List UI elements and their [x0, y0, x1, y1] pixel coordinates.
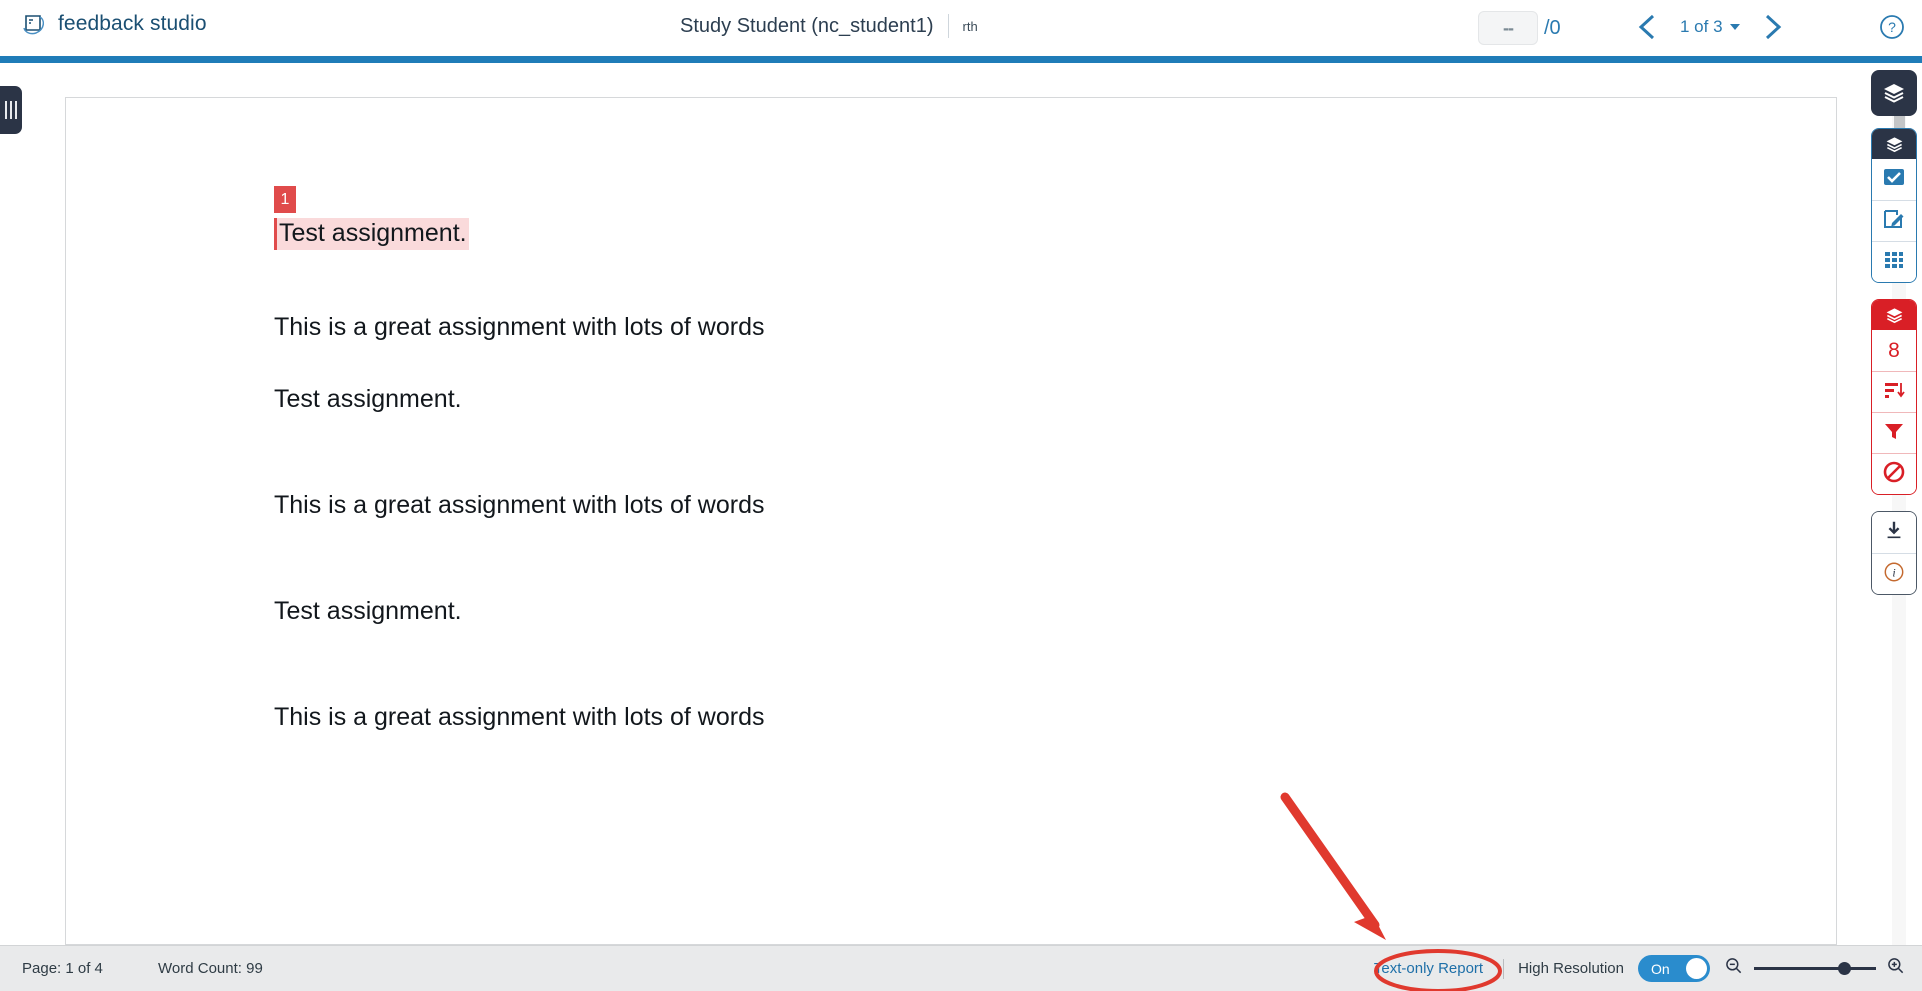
- status-bar-controls: Text-only Report High Resolution On: [1368, 955, 1906, 982]
- utility-tools-group: i: [1871, 511, 1917, 595]
- similarity-score-value: 8: [1888, 338, 1900, 362]
- document-title-group: Study Student (nc_student1) rth: [680, 14, 978, 38]
- document-paragraph: This is a great assignment with lots of …: [274, 491, 765, 519]
- similarity-match-1[interactable]: 1 Test assignment.: [274, 186, 469, 250]
- submission-info-tool[interactable]: i: [1872, 553, 1916, 594]
- document-viewport[interactable]: 1 Test assignment. This is a great assig…: [65, 97, 1837, 945]
- submission-pager: 1 of 3: [1630, 8, 1790, 46]
- info-circle-icon: i: [1883, 561, 1905, 588]
- grid-rubric-icon: [1882, 248, 1906, 277]
- document-paragraph: Test assignment.: [274, 597, 462, 625]
- filters-and-settings-tool[interactable]: [1872, 412, 1916, 453]
- question-circle-icon[interactable]: ?: [1878, 13, 1906, 46]
- magnifier-minus-icon[interactable]: [1724, 956, 1744, 981]
- right-toolbar: 8 i: [1866, 70, 1922, 595]
- excluded-sources-tool[interactable]: [1872, 453, 1916, 494]
- svg-text:?: ?: [1888, 19, 1896, 35]
- document-paragraph: This is a great assignment with lots of …: [274, 703, 765, 731]
- rubric-tool[interactable]: [1872, 241, 1916, 282]
- similarity-score-badge[interactable]: 8: [1872, 330, 1916, 371]
- word-count: Word Count: 99: [158, 960, 263, 977]
- filter-funnel-icon: [1882, 419, 1906, 448]
- page-title: Study Student (nc_student1): [680, 14, 934, 37]
- status-divider: [1503, 958, 1505, 979]
- layers-icon[interactable]: [1872, 300, 1916, 330]
- brand-name: feedback studio: [58, 12, 207, 35]
- high-resolution-toggle[interactable]: On: [1638, 955, 1710, 982]
- chevron-down-icon: [1729, 24, 1740, 30]
- layers-icon[interactable]: [1871, 70, 1917, 116]
- grade-group: -- /0: [1478, 11, 1561, 45]
- download-tool[interactable]: [1872, 512, 1916, 553]
- document-paragraph: This is a great assignment with lots of …: [274, 313, 765, 341]
- title-divider: [947, 14, 949, 38]
- magnifier-plus-icon[interactable]: [1886, 956, 1906, 981]
- page-indicator: Page: 1 of 4: [22, 960, 103, 977]
- zoom-slider-thumb[interactable]: [1838, 962, 1851, 975]
- similarity-tools-group: 8: [1871, 299, 1917, 495]
- grading-tools-group: [1871, 128, 1917, 283]
- feedback-studio-app: feedback studio Study Student (nc_studen…: [0, 0, 1922, 991]
- quote-mark-logo-icon: [20, 10, 48, 38]
- pencil-square-icon: [1882, 207, 1906, 236]
- grade-total: /0: [1544, 16, 1561, 39]
- checkmark-box-icon: [1882, 165, 1906, 194]
- download-icon: [1883, 519, 1905, 546]
- layers-icon[interactable]: [1872, 129, 1916, 159]
- grip-lines-vertical-icon[interactable]: [0, 86, 22, 134]
- app-header: feedback studio Study Student (nc_studen…: [0, 0, 1922, 56]
- toggle-knob: [1686, 958, 1707, 979]
- chevron-right-icon[interactable]: [1756, 8, 1790, 46]
- zoom-controls: [1724, 956, 1906, 981]
- match-overview-icon: [1882, 378, 1906, 407]
- zoom-slider[interactable]: [1754, 962, 1876, 976]
- high-resolution-label: High Resolution: [1518, 960, 1624, 977]
- feedback-summary-tool[interactable]: [1872, 200, 1916, 241]
- brand: feedback studio: [20, 10, 207, 38]
- pager-label-text: 1 of 3: [1680, 17, 1723, 36]
- status-bar: Page: 1 of 4 Word Count: 99 Text-only Re…: [0, 945, 1922, 991]
- pager-dropdown[interactable]: 1 of 3: [1680, 17, 1740, 37]
- zoom-slider-track: [1754, 967, 1876, 970]
- grade-input[interactable]: --: [1478, 11, 1538, 45]
- match-overview-tool[interactable]: [1872, 371, 1916, 412]
- svg-text:i: i: [1892, 565, 1895, 579]
- no-entry-icon: [1882, 460, 1906, 489]
- text-only-report-button[interactable]: Text-only Report: [1368, 956, 1489, 981]
- document-paragraph: Test assignment.: [274, 385, 462, 413]
- match-highlighted-text[interactable]: Test assignment.: [274, 218, 469, 250]
- document-page: 1 Test assignment. This is a great assig…: [66, 98, 1836, 732]
- quickmarks-tool[interactable]: [1872, 159, 1916, 200]
- match-number-badge[interactable]: 1: [274, 186, 296, 213]
- document-subtitle: rth: [962, 18, 978, 34]
- toggle-state-label: On: [1651, 960, 1670, 977]
- chevron-left-icon[interactable]: [1630, 8, 1664, 46]
- header-accent-bar: [0, 56, 1922, 63]
